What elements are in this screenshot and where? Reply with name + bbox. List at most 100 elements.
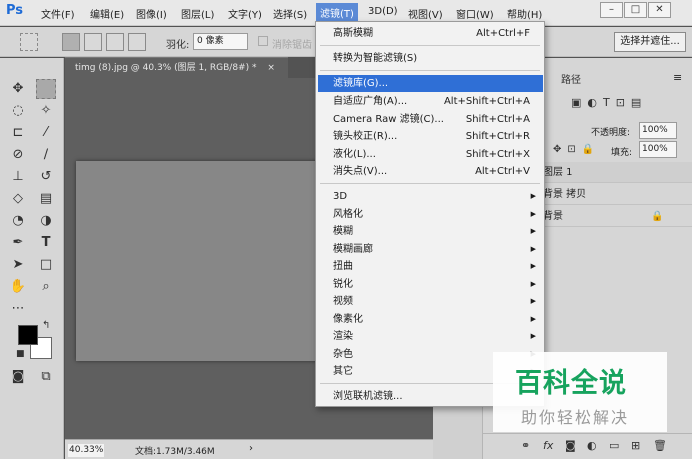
clone-stamp-icon[interactable]: ⊥ (8, 167, 28, 187)
menu-separator (320, 183, 540, 184)
marquee-tool-icon[interactable] (36, 79, 56, 99)
move-tool-icon[interactable]: ✥ (8, 79, 28, 99)
fill-input[interactable]: 100% (639, 141, 677, 158)
new-selection-icon[interactable] (62, 33, 80, 51)
more-tools-icon[interactable]: ⋯ (8, 299, 28, 319)
menu-item-vanishing-point[interactable]: 消失点(V)... Alt+Ctrl+V (316, 163, 544, 180)
rectangle-tool-icon[interactable]: □ (36, 255, 56, 275)
document-tab[interactable]: timg (8).jpg @ 40.3% (图层 1, RGB/8#) * × (65, 57, 288, 78)
delete-layer-icon[interactable]: 🗑 (653, 439, 667, 452)
add-selection-icon[interactable] (84, 33, 102, 51)
swap-colors-icon[interactable]: ↰ (42, 320, 50, 331)
dodge-tool-icon[interactable]: ◑ (36, 211, 56, 231)
eraser-icon[interactable]: ◇ (8, 189, 28, 209)
history-brush-icon[interactable]: ↺ (36, 167, 56, 187)
menu-item-adaptive-wide-angle[interactable]: 自适应广角(A)... Alt+Shift+Ctrl+A (316, 93, 544, 110)
gradient-icon[interactable]: ▤ (36, 189, 56, 209)
photoshop-logo: Ps (6, 3, 24, 18)
menu-item-camera-raw[interactable]: Camera Raw 滤镜(C)... Shift+Ctrl+A (316, 111, 544, 128)
menu-select[interactable]: 选择(S) (273, 6, 307, 21)
watermark-subtitle: 助你轻松解决 (521, 408, 630, 427)
magic-wand-icon[interactable]: ✧ (36, 101, 56, 121)
menu-layer[interactable]: 图层(L) (181, 6, 214, 21)
close-tab-icon[interactable]: × (267, 63, 275, 73)
marquee-preset-icon[interactable] (20, 33, 38, 51)
submenu-arrow-icon: ▶ (530, 297, 536, 305)
new-layer-icon[interactable]: ⊞ (631, 439, 640, 452)
lasso-tool-icon[interactable]: ◌ (8, 101, 28, 121)
default-colors-icon[interactable]: ■ (16, 349, 25, 359)
lock-options-icons[interactable]: ✥⊡🔒 (553, 144, 600, 155)
layer-style-icon[interactable]: fx (543, 439, 553, 452)
zoom-tool-icon[interactable]: ⌕ (36, 277, 56, 297)
document-tab-title: timg (8).jpg @ 40.3% (图层 1, RGB/8#) * (75, 63, 257, 73)
panel-menu-icon[interactable]: ≡ (673, 71, 682, 84)
menu-window[interactable]: 窗口(W) (456, 6, 494, 21)
screen-mode-icon[interactable]: ⧉ (36, 367, 56, 387)
submenu-arrow-icon: ▶ (530, 315, 536, 323)
foreground-color-swatch[interactable] (18, 325, 38, 345)
close-window-button[interactable]: ✕ (648, 2, 671, 18)
watermark-title: 百科全说 (515, 368, 627, 399)
menu-separator (320, 70, 540, 71)
adjustment-layer-icon[interactable]: ◐ (587, 439, 597, 452)
menu-item-lens-correction[interactable]: 镜头校正(R)... Shift+Ctrl+R (316, 128, 544, 145)
layers-panel-footer: ⚭ fx ◙ ◐ ▭ ⊞ 🗑 (483, 433, 692, 459)
menu-item-pixelate[interactable]: 像素化 ▶ (316, 311, 544, 328)
subtract-selection-icon[interactable] (106, 33, 124, 51)
antialias-label: 消除锯齿 (272, 40, 312, 51)
menu-3d[interactable]: 3D(D) (368, 6, 398, 17)
type-tool-icon[interactable]: T (36, 233, 56, 253)
path-select-icon[interactable]: ➤ (8, 255, 28, 275)
healing-brush-icon[interactable]: ⊘ (8, 145, 28, 165)
menu-item-stylize[interactable]: 风格化 ▶ (316, 206, 544, 223)
feather-input[interactable]: 0 像素 (193, 33, 248, 50)
menu-item-filter-gallery[interactable]: 滤镜库(G)... (318, 75, 543, 92)
intersect-selection-icon[interactable] (128, 33, 146, 51)
menu-item-blur-gallery[interactable]: 模糊画廊 ▶ (316, 241, 544, 258)
layer-name: 背景 拷贝 (543, 189, 587, 200)
menu-item-sharpen[interactable]: 锐化 ▶ (316, 276, 544, 293)
crop-tool-icon[interactable]: ⊏ (8, 123, 28, 143)
submenu-arrow-icon: ▶ (530, 262, 536, 270)
pen-tool-icon[interactable]: ✒ (8, 233, 28, 253)
minimize-button[interactable]: – (600, 2, 623, 18)
menu-help[interactable]: 帮助(H) (507, 6, 542, 21)
new-group-icon[interactable]: ▭ (609, 439, 619, 452)
blur-tool-icon[interactable]: ◔ (8, 211, 28, 231)
menu-item-liquify[interactable]: 液化(L)... Shift+Ctrl+X (316, 146, 544, 163)
link-layers-icon[interactable]: ⚭ (521, 439, 530, 452)
status-menu-arrow[interactable]: › (249, 443, 253, 454)
menu-item-video[interactable]: 视频 ▶ (316, 293, 544, 310)
quick-mask-icon[interactable]: ◙ (8, 367, 28, 387)
menu-item-render[interactable]: 渲染 ▶ (316, 328, 544, 345)
menu-item-gaussian-blur[interactable]: 高斯模糊 Alt+Ctrl+F (316, 25, 544, 42)
layer-name: 图层 1 (543, 167, 573, 178)
opacity-label: 不透明度: (591, 128, 631, 138)
menu-item-distort[interactable]: 扭曲 ▶ (316, 258, 544, 275)
zoom-level[interactable]: 40.33% (68, 444, 104, 457)
add-mask-icon[interactable]: ◙ (565, 439, 576, 452)
menu-file[interactable]: 文件(F) (41, 6, 75, 21)
menu-type[interactable]: 文字(Y) (228, 6, 262, 21)
menu-view[interactable]: 视图(V) (408, 6, 443, 21)
eyedropper-icon[interactable]: ⁄ (36, 123, 56, 143)
antialias-checkbox[interactable] (258, 36, 268, 46)
menu-filter[interactable]: 滤镜(T) (316, 3, 358, 22)
submenu-arrow-icon: ▶ (530, 227, 536, 235)
hand-tool-icon[interactable]: ✋ (8, 277, 28, 297)
tab-paths[interactable]: 路径 (561, 71, 581, 86)
layer-filter-icons[interactable]: ▣◐T⊡▤ (571, 96, 647, 109)
submenu-arrow-icon: ▶ (530, 210, 536, 218)
document-info: 文档:1.73M/3.46M (135, 447, 215, 457)
tools-panel: ✥ ◌ ✧ ⊏ ⁄ ⊘ ∕ ⊥ ↺ ◇ ▤ ◔ ◑ ✒ T ➤ □ ✋ ⌕ ⋯ … (0, 58, 64, 459)
opacity-input[interactable]: 100% (639, 122, 677, 139)
menu-edit[interactable]: 编辑(E) (90, 6, 124, 21)
select-and-mask-button[interactable]: 选择并遮住... (614, 32, 686, 52)
brush-tool-icon[interactable]: ∕ (36, 145, 56, 165)
menu-item-convert-smart-filter[interactable]: 转换为智能滤镜(S) (316, 50, 544, 67)
maximize-button[interactable]: □ (624, 2, 647, 18)
menu-item-blur[interactable]: 模糊 ▶ (316, 223, 544, 240)
menu-image[interactable]: 图像(I) (136, 6, 167, 21)
menu-item-3d[interactable]: 3D ▶ (316, 188, 544, 205)
